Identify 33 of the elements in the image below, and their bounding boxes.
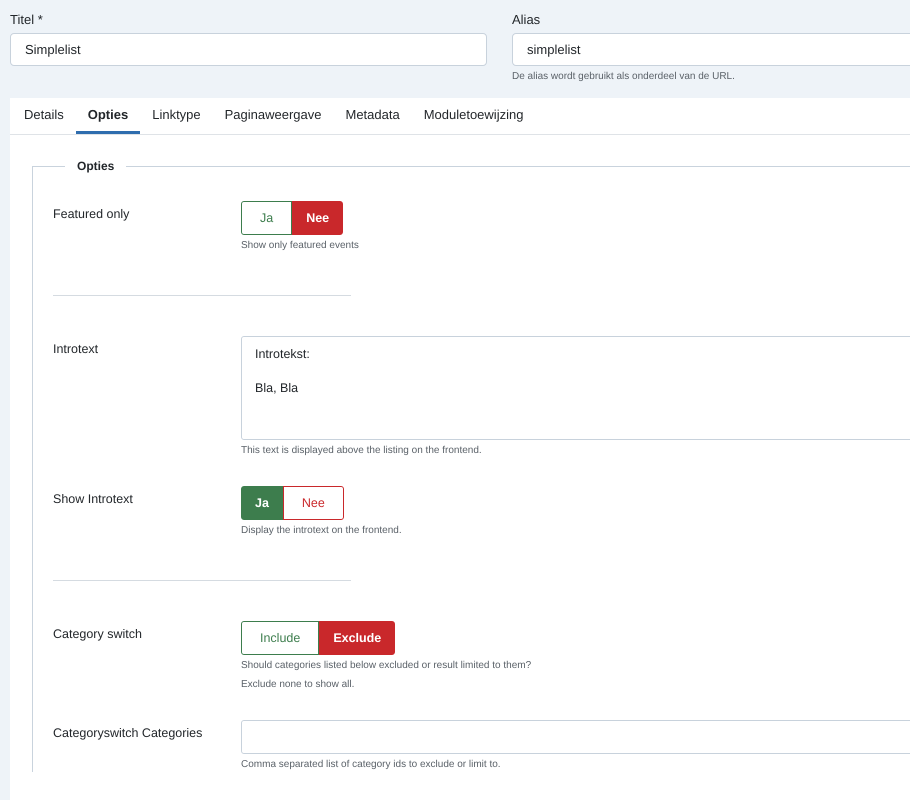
text-line: Introtekst: [255,346,311,362]
toggle-option[interactable]: Nee [282,486,344,520]
field-hint: Comma separated list of category ids to exclude or limit to. [241,758,501,772]
toggle-option[interactable]: Include [241,621,320,655]
field-hint: This text is displayed above the listing on the frontend. [241,444,482,458]
tab[interactable]: Opties [76,98,140,134]
field-label: Categoryswitch Categories [53,725,204,742]
toggle-option[interactable]: Exclude [319,621,396,655]
tab[interactable]: Paginaweergave [212,98,334,134]
input-field[interactable] [241,720,910,754]
field-label: Alias [512,12,542,27]
text-field[interactable]: simplelist [512,33,910,66]
tab[interactable]: Linktype [140,98,213,134]
toggle-option[interactable]: Ja [241,486,283,520]
toggle-option[interactable]: Ja [241,201,292,235]
field-label: Show Introtext [53,491,134,508]
field-label: Introtext [53,341,100,358]
field-label: Featured only [53,206,130,223]
text-area[interactable]: Introtekst: Bla, Bla [241,336,910,440]
field-hint: Display the introtext on the frontend. [241,524,402,538]
tab[interactable]: Moduletoewijzing [412,98,536,134]
field-hint: Should categories listed below excluded or result limited to them? [241,659,532,673]
tab[interactable]: Details [12,98,76,134]
fieldset-legend: Opties [65,159,126,173]
text-line: Bla, Bla [255,380,300,396]
tab[interactable]: Metadata [334,98,412,134]
text-field[interactable]: Simplelist [10,33,487,66]
field-hint: Show only featured events [241,239,359,253]
toggle-option[interactable]: Nee [292,201,344,235]
field-hint: De alias wordt gebruikt als onderdeel van de URL. [512,70,736,84]
field-label: Category switch [53,626,143,643]
field-label: Titel * [10,12,44,27]
field-hint: Exclude none to show all. [241,678,354,692]
